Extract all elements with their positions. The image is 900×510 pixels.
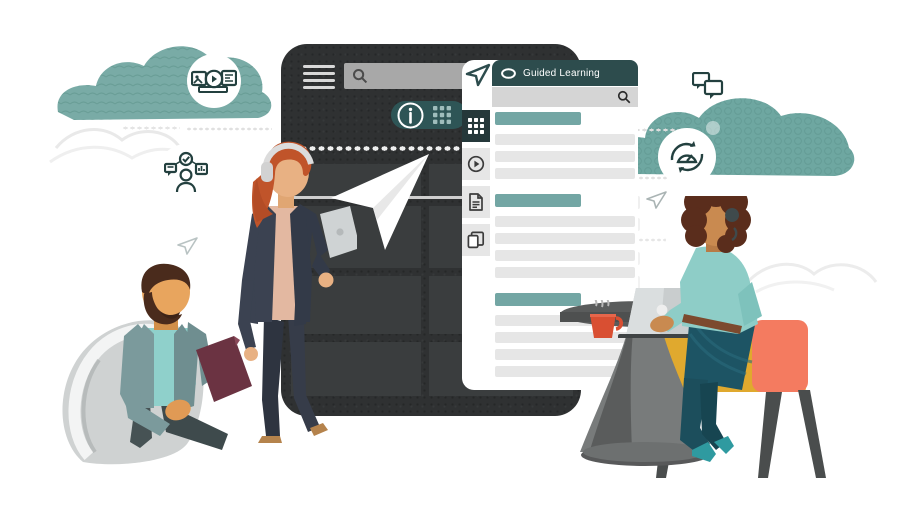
illustration-stage: Guided Learning: [0, 0, 900, 510]
sidebar-item-video[interactable]: [462, 148, 490, 180]
oval-logo-icon: [501, 67, 516, 79]
gauge-refresh-icon: [658, 128, 716, 186]
list-item[interactable]: [495, 134, 635, 145]
people-learning-icon: [158, 144, 214, 200]
list-group-header[interactable]: [495, 194, 581, 207]
search-icon: [617, 90, 631, 104]
hamburger-menu-icon[interactable]: [303, 65, 335, 89]
list-group-header[interactable]: [495, 112, 581, 125]
streak-line: [122, 126, 180, 130]
panel-header: Guided Learning: [492, 60, 638, 86]
list-item[interactable]: [495, 250, 635, 261]
search-icon: [353, 69, 368, 84]
streak-line: [186, 127, 272, 131]
paper-plane-icon-left: [176, 236, 198, 256]
grid-icon[interactable]: [431, 104, 453, 126]
chat-bubbles-icon: [691, 72, 725, 102]
list-item[interactable]: [495, 151, 635, 162]
sidebar-item-grid[interactable]: [462, 110, 490, 142]
play-circle-icon: [467, 155, 485, 173]
device-action-pill[interactable]: [391, 101, 467, 129]
list-item[interactable]: [495, 233, 635, 244]
copy-layers-icon: [467, 231, 485, 249]
grid-icon: [468, 118, 484, 134]
navigation-arrow-icon: [465, 63, 491, 94]
panel-sidebar-rail[interactable]: [462, 110, 490, 262]
list-item[interactable]: [495, 267, 635, 278]
list-item[interactable]: [495, 168, 635, 179]
person-seated-woman: [640, 196, 820, 486]
document-icon: [469, 193, 483, 211]
coffee-mug: [580, 300, 624, 344]
panel-search-input[interactable]: [492, 87, 638, 107]
person-seated-man: [100, 262, 260, 462]
panel-title: Guided Learning: [523, 67, 600, 79]
info-icon[interactable]: [397, 102, 424, 129]
media-slides-icon: [187, 54, 241, 108]
sidebar-item-copy[interactable]: [462, 224, 490, 256]
sidebar-item-document[interactable]: [462, 186, 490, 218]
list-item[interactable]: [495, 216, 635, 227]
